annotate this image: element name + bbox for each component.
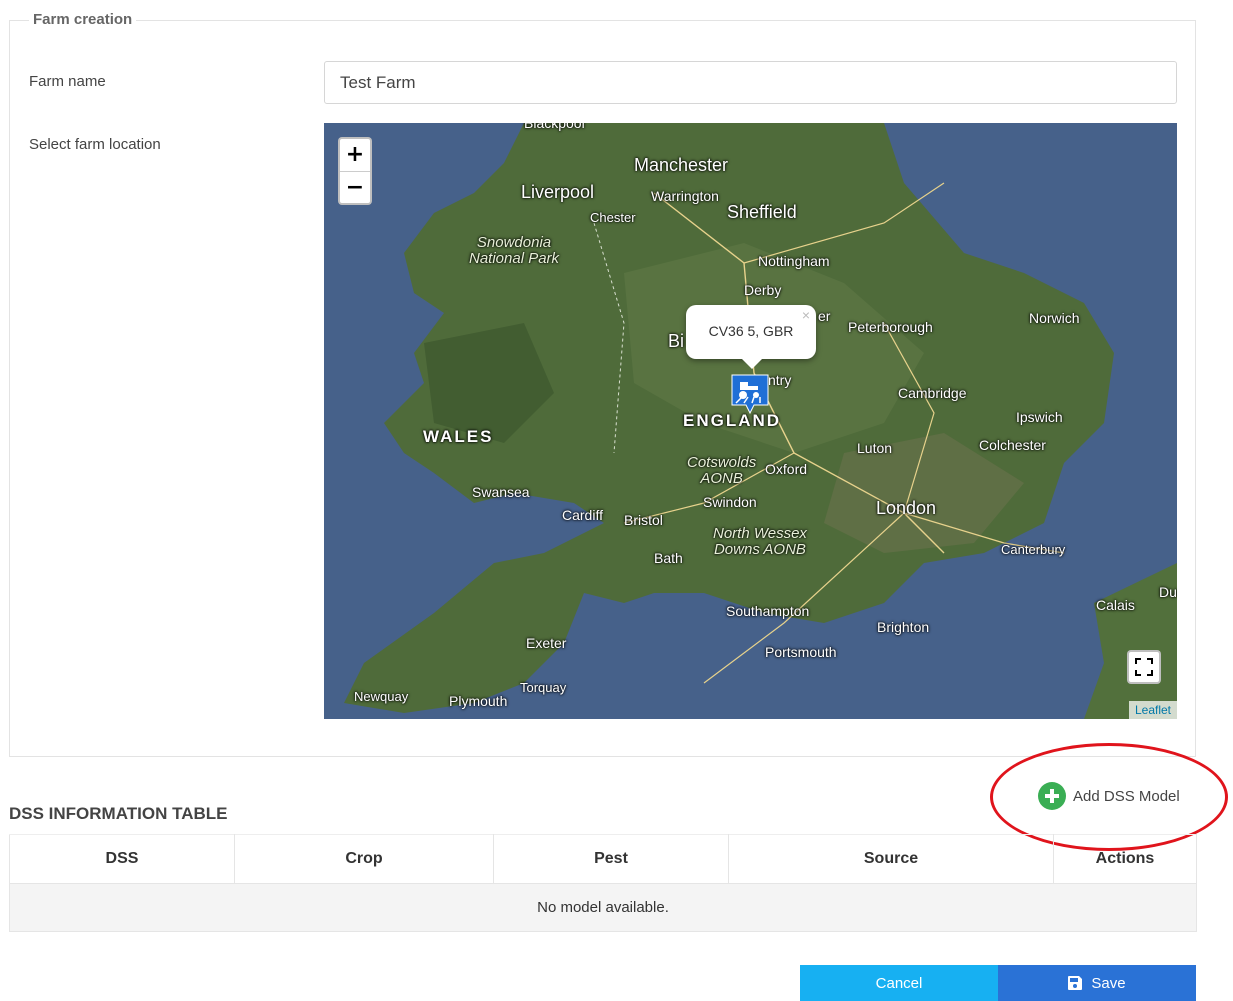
- map-label-canterbury: Canterbury: [1001, 542, 1066, 557]
- map-label-newquay: Newquay: [354, 689, 409, 704]
- save-button-label: Save: [1091, 974, 1126, 992]
- map-label-dunkirk-partial: Dunk: [1159, 584, 1177, 600]
- table-header-row: DSS Crop Pest Source Actions: [9, 834, 1197, 884]
- zoom-out-button[interactable]: −: [340, 172, 370, 204]
- map-label-sheffield: Sheffield: [727, 202, 797, 222]
- map-label-norwich: Norwich: [1029, 310, 1080, 326]
- map-zoom-control: + −: [338, 137, 372, 205]
- map-label-wales: WALES: [423, 427, 494, 446]
- map-label-cardiff: Cardiff: [562, 507, 603, 523]
- empty-table-message: No model available.: [9, 883, 1197, 932]
- map-label-nottingham: Nottingham: [758, 253, 830, 269]
- farm-location-label: Select farm location: [29, 136, 161, 153]
- map-label-coventry-partial: ntry: [768, 372, 792, 388]
- fullscreen-icon: [1135, 658, 1153, 676]
- table-row: No model available.: [9, 883, 1197, 932]
- map-label-peterborough: Peterborough: [848, 319, 933, 335]
- map-label-cambridge: Cambridge: [898, 385, 967, 401]
- farm-name-input[interactable]: [324, 61, 1177, 104]
- map-label-exeter: Exeter: [526, 635, 567, 651]
- map-label-snowdonia: Snowdonia National Park: [469, 234, 560, 267]
- map-label-brighton: Brighton: [877, 619, 930, 635]
- map-label-bath: Bath: [654, 550, 683, 566]
- map-label-leicester-partial: er: [818, 308, 831, 324]
- map-label-bristol: Bristol: [624, 512, 663, 528]
- save-button[interactable]: Save: [998, 965, 1196, 1001]
- map-label-swansea: Swansea: [472, 484, 530, 500]
- farm-marker-icon[interactable]: [730, 373, 770, 415]
- map-attribution-link[interactable]: Leaflet: [1128, 701, 1177, 719]
- map-label-colchester: Colchester: [979, 437, 1046, 453]
- column-header-actions: Actions: [1053, 834, 1197, 884]
- map-label-liverpool: Liverpool: [521, 182, 595, 202]
- map-label-ipswich: Ipswich: [1016, 409, 1063, 425]
- location-popup: × CV36 5, GBR: [686, 305, 816, 369]
- fieldset-legend: Farm creation: [29, 11, 137, 28]
- map-label-derby: Derby: [744, 282, 782, 298]
- map-label-portsmouth: Portsmouth: [765, 644, 837, 660]
- column-header-source[interactable]: Source: [728, 834, 1054, 884]
- farm-name-label: Farm name: [29, 73, 106, 90]
- map-label-plymouth: Plymouth: [449, 693, 508, 709]
- popup-close-icon[interactable]: ×: [802, 307, 810, 323]
- dss-table-title: DSS INFORMATION TABLE: [9, 804, 228, 823]
- popup-tip: [742, 359, 762, 369]
- map-label-oxford: Oxford: [765, 461, 808, 477]
- column-header-crop[interactable]: Crop: [234, 834, 494, 884]
- column-header-dss[interactable]: DSS: [9, 834, 235, 884]
- map-label-cotswolds: Cotswolds AONB: [687, 454, 757, 487]
- map-label-swindon: Swindon: [703, 494, 757, 510]
- cancel-button[interactable]: Cancel: [800, 965, 998, 1001]
- map-label-calais: Calais: [1096, 597, 1135, 613]
- map-label-warrington: Warrington: [651, 188, 719, 204]
- map-label-birmingham-partial: Bi: [668, 331, 685, 351]
- map-label-manchester: Manchester: [634, 155, 729, 175]
- map-label-southampton: Southampton: [726, 603, 810, 619]
- map-label-luton: Luton: [857, 440, 893, 456]
- map-label-torquay: Torquay: [520, 680, 567, 695]
- dss-information-table: DSS Crop Pest Source Actions No model av…: [9, 834, 1197, 932]
- popup-location-text: CV36 5, GBR: [708, 323, 794, 339]
- zoom-in-button[interactable]: +: [340, 139, 370, 172]
- fullscreen-button[interactable]: [1127, 650, 1161, 684]
- column-header-pest[interactable]: Pest: [493, 834, 729, 884]
- map-label-blackpool: Blackpool: [524, 123, 585, 131]
- farm-location-map[interactable]: Blackpool Manchester Liverpool Warringto…: [324, 123, 1177, 719]
- map-label-north-wessex: North Wessex Downs AONB: [713, 525, 807, 558]
- map-label-chester: Chester: [590, 210, 636, 225]
- floppy-disk-icon: [1068, 976, 1083, 990]
- map-label-london: London: [876, 498, 937, 518]
- cancel-button-label: Cancel: [875, 974, 923, 992]
